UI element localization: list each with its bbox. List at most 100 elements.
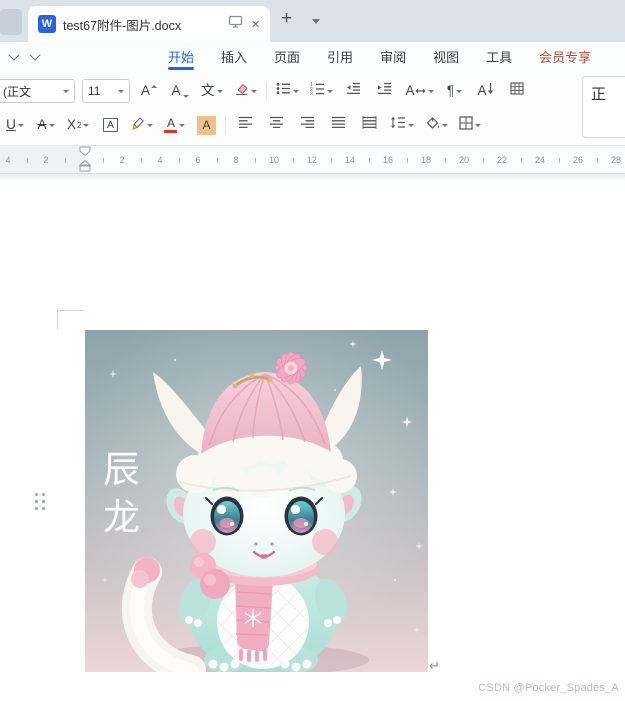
ruler-number: 12: [306, 154, 318, 165]
document-image[interactable]: 辰 龙: [85, 330, 428, 685]
menu-item-引用[interactable]: 引用: [327, 42, 353, 70]
menu-item-插入[interactable]: 插入: [221, 42, 247, 70]
font-color-button[interactable]: A: [162, 113, 187, 137]
paint-bucket-icon: [425, 116, 440, 135]
justify-icon: [331, 116, 346, 134]
font-name-value: a (正文: [0, 84, 32, 99]
tab-list-chevron-icon[interactable]: [312, 19, 320, 24]
ruler-tick: [521, 158, 522, 163]
ruler-tick: [141, 158, 142, 163]
clear-format-button[interactable]: [232, 79, 259, 103]
increase-font-button[interactable]: A: [137, 79, 161, 103]
grid-settings-button[interactable]: [505, 79, 529, 103]
increase-indent-button[interactable]: [373, 79, 397, 103]
image-caption-char-2: 龙: [103, 496, 140, 539]
font-size-value: 11: [88, 84, 101, 98]
ruler-tick: [331, 158, 332, 163]
menu-item-会员专享[interactable]: 会员专享: [539, 42, 591, 70]
margin-crop-mark: [57, 310, 84, 329]
line-spacing-button[interactable]: [388, 113, 416, 137]
font-name-select[interactable]: a (正文: [0, 79, 75, 103]
menu-item-审阅[interactable]: 审阅: [380, 42, 406, 70]
home-button-partial[interactable]: [0, 9, 22, 35]
ruler-tick: [597, 158, 598, 163]
chevron-down-icon: [17, 123, 24, 127]
ruler-number: 2: [119, 154, 125, 165]
svg-text:3: 3: [310, 91, 313, 95]
align-right-button[interactable]: [295, 113, 319, 137]
distribute-button[interactable]: [357, 113, 381, 137]
justify-button[interactable]: [326, 113, 350, 137]
indent-icon: [377, 82, 392, 100]
menu-bar: 开始 插入 页面 引用 审阅 视图 工具 会员专享: [0, 42, 625, 70]
document-canvas[interactable]: 辰 龙 ↵ CSDN @Pocker_Spades_A: [0, 174, 625, 701]
ruler-number: 28: [610, 154, 622, 165]
menu-item-页面[interactable]: 页面: [274, 42, 300, 70]
arrow-down-icon: [487, 82, 494, 100]
ruler-tick: [559, 158, 560, 163]
align-left-icon: [238, 116, 253, 134]
align-left-button[interactable]: [233, 113, 257, 137]
borders-icon: [459, 115, 474, 135]
object-drag-handle-icon[interactable]: [35, 493, 48, 513]
chevron-down-icon: [475, 123, 482, 127]
char-border-button[interactable]: A: [98, 113, 122, 137]
borders-button[interactable]: [457, 113, 483, 137]
quick-chevron-icon-2[interactable]: [29, 49, 41, 61]
paragraph-settings-button[interactable]: ¶: [443, 79, 467, 103]
menu-item-工具[interactable]: 工具: [486, 42, 512, 70]
align-center-button[interactable]: [264, 113, 288, 137]
chevron-down-icon: [118, 89, 124, 93]
ruler-number: 8: [233, 154, 239, 165]
toolbar-separator: [265, 82, 267, 100]
shading-button[interactable]: [423, 113, 450, 137]
ruler-tick: [407, 158, 408, 163]
chevron-down-icon: [216, 89, 223, 93]
ruler-tick: [369, 158, 370, 163]
chevron-down-icon: [326, 89, 333, 93]
menu-item-label: 会员专享: [539, 49, 592, 65]
dragon-illustration: 辰 龙: [85, 330, 428, 685]
underline-button[interactable]: U: [3, 113, 27, 137]
char-scale-button[interactable]: A: [404, 79, 436, 103]
watermark-text: CSDN @Pocker_Spades_A: [478, 682, 619, 694]
ruler-tick: [103, 158, 104, 163]
style-gallery[interactable]: 正: [582, 76, 625, 138]
ruler[interactable]: 4 2 2 4 6 8 10 12 14 16 18 20 22 24 26 28: [0, 146, 625, 174]
numbered-list-button[interactable]: 123: [308, 79, 335, 103]
tab-close-icon[interactable]: ×: [251, 17, 260, 32]
strikethrough-button[interactable]: A: [34, 113, 58, 137]
highlight-pen-button[interactable]: [129, 113, 155, 137]
quick-chevron-icon-1[interactable]: [8, 49, 20, 61]
chevron-down-icon: [427, 89, 434, 93]
paragraph-mark: ↵: [429, 658, 440, 673]
align-right-icon: [300, 116, 315, 134]
line-spacing-icon: [390, 116, 406, 134]
bullet-list-button[interactable]: [274, 79, 301, 103]
chevron-down-icon: [250, 89, 257, 93]
menu-item-视图[interactable]: 视图: [433, 42, 459, 70]
document-tab[interactable]: W test67附件-图片.docx ×: [28, 6, 270, 42]
decrease-indent-button[interactable]: [342, 79, 366, 103]
numbered-list-icon: 123: [310, 82, 325, 100]
distribute-icon: [362, 116, 377, 134]
caret-up-icon: [151, 84, 157, 88]
superscript-button[interactable]: X2: [65, 113, 91, 137]
ruler-tick: [483, 158, 484, 163]
text-tool-button[interactable]: 文: [199, 79, 225, 103]
ribbon-toolbar: a (正文 11 A A 文 123: [0, 70, 625, 146]
ruler-number: 10: [268, 154, 280, 165]
ruler-tick: [65, 158, 66, 163]
new-tab-button[interactable]: +: [281, 9, 292, 28]
menu-item-开始[interactable]: 开始: [168, 42, 194, 70]
tab-title: test67附件-图片.docx: [63, 18, 182, 33]
char-shading-button[interactable]: A: [194, 113, 218, 137]
eraser-icon: [234, 82, 249, 101]
sort-button[interactable]: A: [474, 79, 498, 103]
image-caption-char-1: 辰: [103, 448, 140, 491]
grid-icon: [509, 82, 524, 100]
monitor-icon[interactable]: [228, 15, 243, 33]
font-size-select[interactable]: 11: [82, 79, 130, 103]
chevron-down-icon: [179, 123, 186, 127]
decrease-font-button[interactable]: A: [168, 79, 192, 103]
